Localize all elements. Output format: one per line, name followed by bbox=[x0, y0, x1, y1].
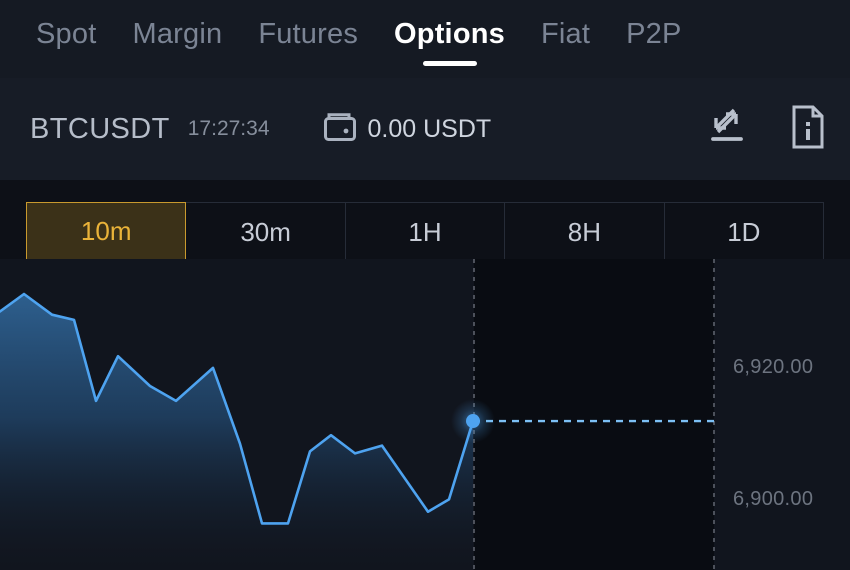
active-tab-underline bbox=[422, 61, 477, 66]
nav-tab-label: Spot bbox=[36, 18, 97, 50]
top-nav: Spot Margin Futures Options Fiat P2P bbox=[0, 0, 850, 78]
nav-tab-label: Fiat bbox=[540, 18, 591, 50]
timeframe-button-10m[interactable]: 10m bbox=[26, 202, 187, 261]
nav-tab-p2p[interactable]: P2P bbox=[608, 12, 699, 56]
timeframe-button-1h[interactable]: 1H bbox=[346, 203, 506, 261]
timeframe-label: 8H bbox=[567, 216, 602, 247]
timeframe-label: 30m bbox=[240, 216, 291, 247]
axis-price-label: 6,900.00 bbox=[733, 488, 814, 510]
nav-tab-label: Margin bbox=[132, 18, 223, 50]
symbol-label: BTCUSDT bbox=[30, 112, 170, 145]
document-info-icon[interactable] bbox=[790, 105, 826, 154]
nav-tab-spot[interactable]: Spot bbox=[18, 12, 114, 56]
timeframe-label: 1H bbox=[408, 216, 442, 247]
timeframe-strip: 10m 30m 1H 8H 1D bbox=[26, 202, 824, 261]
timeframe-label: 1D bbox=[727, 216, 761, 247]
symbol-info-bar: BTCUSDT 17:27:34 0.00 USDT bbox=[0, 78, 850, 180]
timeframe-button-30m[interactable]: 30m bbox=[186, 203, 346, 261]
timeframe-button-8h[interactable]: 8H bbox=[505, 203, 665, 261]
wallet-balance-group[interactable]: 0.00 USDT bbox=[323, 112, 492, 146]
options-chart-screen: Spot Margin Futures Options Fiat P2P BTC… bbox=[0, 0, 850, 570]
nav-tab-fiat[interactable]: Fiat bbox=[523, 12, 608, 56]
nav-tab-options[interactable]: Options bbox=[376, 12, 523, 66]
current-price-dot bbox=[466, 414, 480, 429]
wallet-icon bbox=[323, 112, 356, 146]
transfer-arrows-icon[interactable] bbox=[704, 106, 750, 153]
wallet-balance-label: 0.00 USDT bbox=[367, 114, 492, 143]
info-bar-actions bbox=[704, 105, 826, 154]
nav-tab-futures[interactable]: Futures bbox=[240, 12, 376, 56]
timeframe-button-1d[interactable]: 1D bbox=[665, 203, 823, 261]
nav-tab-margin[interactable]: Margin bbox=[114, 12, 240, 56]
nav-tab-label: P2P bbox=[626, 18, 682, 50]
axis-price-label: 6,920.00 bbox=[733, 356, 814, 378]
chart-canvas bbox=[0, 259, 718, 570]
timeframe-label: 10m bbox=[80, 216, 132, 246]
timeframe-bar: 10m 30m 1H 8H 1D bbox=[0, 180, 850, 261]
clock-label: 17:27:34 bbox=[187, 117, 270, 140]
nav-tab-label: Options bbox=[394, 18, 505, 50]
nav-tab-label: Futures bbox=[258, 18, 359, 50]
price-chart[interactable]: 6,920.00 6,900.00 6,902.99 bbox=[0, 259, 850, 570]
